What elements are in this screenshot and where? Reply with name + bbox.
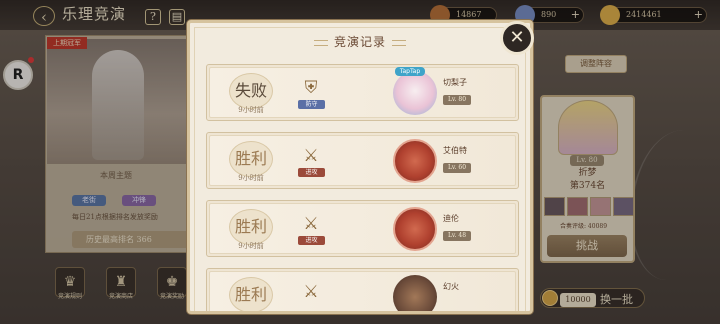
crossed-swords-icon: ⚔ (303, 214, 319, 234)
opponent-name: 幻火 (443, 282, 459, 291)
opponent-name: 切梨子 (443, 78, 467, 87)
ornament-right-icon (392, 39, 406, 46)
opponent-level: Lv. 60 (443, 163, 471, 173)
record-row[interactable]: 失败 9小时前 ⛨ 防守 TapTap 切梨子 Lv. 80 (206, 64, 519, 121)
record-row[interactable]: 胜利 ⚔ 幻火 (206, 268, 519, 311)
opponent-avatar (393, 71, 437, 115)
record-row[interactable]: 胜利 9小时前 ⚔ 进攻 迪伦 Lv. 48 (206, 200, 519, 257)
battle-type-label: 进攻 (298, 236, 325, 245)
crossed-swords-icon: ⚔ (303, 282, 319, 302)
record-time: 9小时前 (238, 242, 264, 250)
close-icon[interactable]: ✕ (500, 21, 534, 55)
result-badge: 失败 (229, 73, 273, 109)
result-badge: 胜利 (229, 209, 273, 245)
battle-type-label: 进攻 (298, 168, 325, 177)
taptap-badge: TapTap (395, 67, 425, 76)
record-time: 9小时前 (238, 106, 264, 114)
ornament-left-icon (313, 39, 328, 46)
record-time: 9小时前 (238, 174, 264, 182)
battle-type-label: 防守 (298, 100, 325, 109)
opponent-avatar (393, 139, 437, 183)
dialog-title: 竞演记录 (333, 35, 386, 49)
crossed-swords-icon: ⚔ (303, 146, 319, 166)
battle-record-dialog: 竞演记录 失败 9小时前 ⛨ 防守 TapTap 切梨子 Lv. 80 胜利 9… (187, 20, 533, 314)
dialog-title-row: 竞演记录 (190, 33, 530, 50)
opponent-avatar (393, 275, 437, 311)
result-badge: 胜利 (229, 141, 273, 177)
opponent-avatar (393, 207, 437, 251)
opponent-level: Lv. 48 (443, 231, 471, 241)
shield-icon: ⛨ (304, 78, 318, 98)
opponent-name: 艾伯特 (443, 146, 467, 155)
record-row[interactable]: 胜利 9小时前 ⚔ 进攻 艾伯特 Lv. 60 (206, 132, 519, 189)
opponent-name: 迪伦 (443, 214, 459, 223)
opponent-level: Lv. 80 (443, 95, 471, 105)
result-badge: 胜利 (229, 277, 273, 311)
